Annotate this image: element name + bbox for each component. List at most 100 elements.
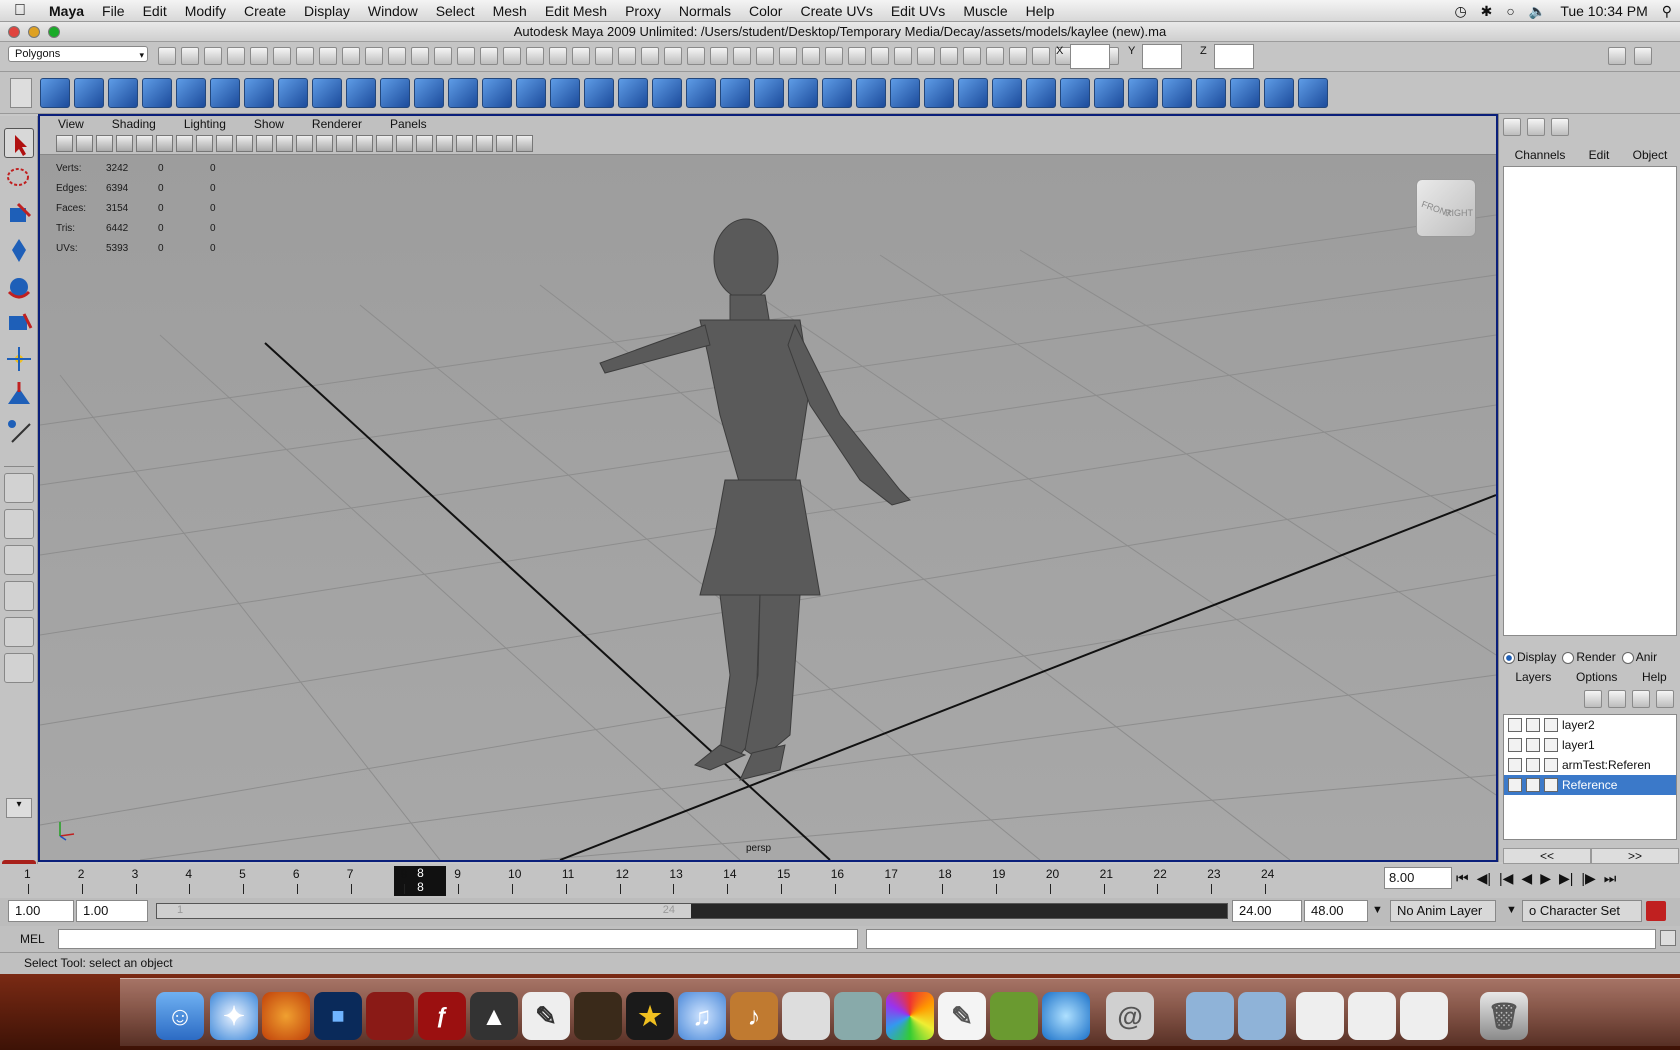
status-tool-36-icon[interactable]	[986, 47, 1004, 65]
firefox-icon[interactable]	[262, 992, 310, 1040]
automatic-mapping-icon[interactable]	[1094, 78, 1124, 108]
layer-color-swatch[interactable]	[1544, 738, 1558, 752]
radio-button-icon[interactable]	[1562, 651, 1575, 664]
color-wheel-icon[interactable]	[886, 992, 934, 1040]
layer-editor-toggle-icon[interactable]	[1527, 118, 1545, 136]
show-manipulator-icon[interactable]	[4, 416, 34, 446]
status-tool-13-icon[interactable]	[457, 47, 475, 65]
z-field[interactable]	[1214, 44, 1254, 69]
bevel-icon[interactable]	[924, 78, 954, 108]
status-tool-18-icon[interactable]	[572, 47, 590, 65]
status-tool-4-icon[interactable]	[250, 47, 268, 65]
new-empty-layer-icon[interactable]	[1632, 690, 1650, 708]
layer-row[interactable]: layer2	[1504, 715, 1676, 735]
show-uv-icon[interactable]	[1298, 78, 1328, 108]
status-tool-9-icon[interactable]	[365, 47, 383, 65]
flash-icon[interactable]: ƒ	[418, 992, 466, 1040]
anim-layer-chevron-icon[interactable]: ▼	[1372, 904, 1383, 916]
nav-left-button[interactable]: <<	[1503, 848, 1591, 864]
preview-icon[interactable]	[834, 992, 882, 1040]
clock[interactable]: Tue 10:34 PM	[1560, 3, 1647, 19]
panel-tool-18-icon[interactable]	[416, 135, 433, 152]
panel-tool-13-icon[interactable]	[316, 135, 333, 152]
layer-radio-display[interactable]: Display	[1503, 650, 1556, 664]
range-slider[interactable]: 1 24	[156, 903, 1228, 919]
panel-tool-12-icon[interactable]	[296, 135, 313, 152]
show-attribute-editor-icon[interactable]	[1608, 47, 1626, 65]
poly-soccerball-icon[interactable]	[346, 78, 376, 108]
boolean-union-icon[interactable]	[516, 78, 546, 108]
panel-menu-panels[interactable]: Panels	[372, 116, 437, 133]
poly-cube-icon[interactable]	[74, 78, 104, 108]
time-slider[interactable]: 1 2 3 4 5 6 7 8 8 8 9 10 11 12 13 14 15 16 17 18 19 20 21 22 23 2…	[0, 864, 1680, 898]
status-tool-28-icon[interactable]	[802, 47, 820, 65]
poke-icon[interactable]	[992, 78, 1022, 108]
status-tool-31-icon[interactable]	[871, 47, 889, 65]
spotlight-icon[interactable]: ⚲	[1662, 3, 1672, 20]
poly-helix-icon[interactable]	[312, 78, 342, 108]
status-tool-7-icon[interactable]	[319, 47, 337, 65]
layer-color-swatch[interactable]	[1544, 778, 1558, 792]
checker-2-icon[interactable]	[1230, 78, 1260, 108]
panel-menu-shading[interactable]: Shading	[94, 116, 166, 133]
status-tool-34-icon[interactable]	[940, 47, 958, 65]
layer-menu-help[interactable]: Help	[1642, 670, 1667, 684]
channelbox-menu-edit[interactable]: Edit	[1589, 148, 1610, 162]
outliner-persp-layout-icon[interactable]	[4, 545, 34, 575]
menu-edit[interactable]: Edit	[134, 0, 176, 22]
panel-tool-14-icon[interactable]	[336, 135, 353, 152]
status-tool-2-icon[interactable]	[204, 47, 222, 65]
step-forward-key-icon[interactable]: ▶|	[1559, 870, 1573, 887]
move-layer-up-icon[interactable]	[1584, 690, 1602, 708]
graph-persp-layout-icon[interactable]	[4, 581, 34, 611]
stack-icon-3[interactable]	[1400, 992, 1448, 1040]
planar-mapping-icon[interactable]	[1060, 78, 1090, 108]
panel-tool-19-icon[interactable]	[436, 135, 453, 152]
four-pane-layout-icon[interactable]	[4, 509, 34, 539]
green-app-icon[interactable]	[990, 992, 1038, 1040]
checker-icon[interactable]	[1196, 78, 1226, 108]
radio-button-icon[interactable]	[1621, 651, 1634, 664]
go-to-end-icon[interactable]: ⏭	[1604, 870, 1617, 887]
status-tool-25-icon[interactable]	[733, 47, 751, 65]
status-tool-0-icon[interactable]	[158, 47, 176, 65]
status-tool-29-icon[interactable]	[825, 47, 843, 65]
panel-menu-show[interactable]: Show	[236, 116, 294, 133]
status-tool-21-icon[interactable]	[641, 47, 659, 65]
panel-menu-lighting[interactable]: Lighting	[166, 116, 236, 133]
mode-selector[interactable]: Polygons ▾	[8, 46, 148, 62]
perspective-viewport[interactable]: FRONT RIGHT Verts: 3242 0 0 Edges: 6394 0 0 Face…	[40, 155, 1496, 860]
y-field[interactable]	[1142, 44, 1182, 69]
layer-color-swatch[interactable]	[1544, 718, 1558, 732]
textedit-icon[interactable]: ✎	[938, 992, 986, 1040]
unity-icon[interactable]: ▲	[470, 992, 518, 1040]
uv-editor-icon[interactable]	[1128, 78, 1158, 108]
poly-cylinder-icon[interactable]	[108, 78, 138, 108]
itunes-icon[interactable]: ♫	[678, 992, 726, 1040]
single-pane-layout-icon[interactable]	[4, 473, 34, 503]
apple-icon[interactable]: 	[0, 2, 40, 20]
character-set-dropdown[interactable]: o Character Set	[1522, 900, 1642, 922]
bridge-icon[interactable]	[788, 78, 818, 108]
more-layouts-chevron-icon[interactable]: ▾	[6, 798, 32, 818]
panel-tool-7-icon[interactable]	[196, 135, 213, 152]
trash-icon[interactable]: 🗑	[1480, 992, 1528, 1040]
layer-row[interactable]: Reference	[1504, 775, 1676, 795]
playback-end-field[interactable]: 24.00	[1232, 900, 1302, 922]
status-tool-19-icon[interactable]	[595, 47, 613, 65]
menu-proxy[interactable]: Proxy	[616, 0, 670, 22]
script-app-icon[interactable]: ✎	[522, 992, 570, 1040]
status-tool-12-icon[interactable]	[434, 47, 452, 65]
panel-tool-2-icon[interactable]	[96, 135, 113, 152]
menu-window[interactable]: Window	[359, 0, 427, 22]
poly-plane-icon[interactable]	[176, 78, 206, 108]
downloads-folder-icon[interactable]	[1238, 992, 1286, 1040]
maya-dock-icon[interactable]	[366, 992, 414, 1040]
channel-box-toggle-icon[interactable]	[1503, 118, 1521, 136]
view-cube[interactable]: FRONT RIGHT	[1416, 179, 1476, 237]
menu-edit-mesh[interactable]: Edit Mesh	[536, 0, 616, 22]
layer-menu-options[interactable]: Options	[1576, 670, 1617, 684]
panel-tool-3-icon[interactable]	[116, 135, 133, 152]
character-set-chevron-icon[interactable]: ▼	[1506, 904, 1517, 916]
status-tool-24-icon[interactable]	[710, 47, 728, 65]
